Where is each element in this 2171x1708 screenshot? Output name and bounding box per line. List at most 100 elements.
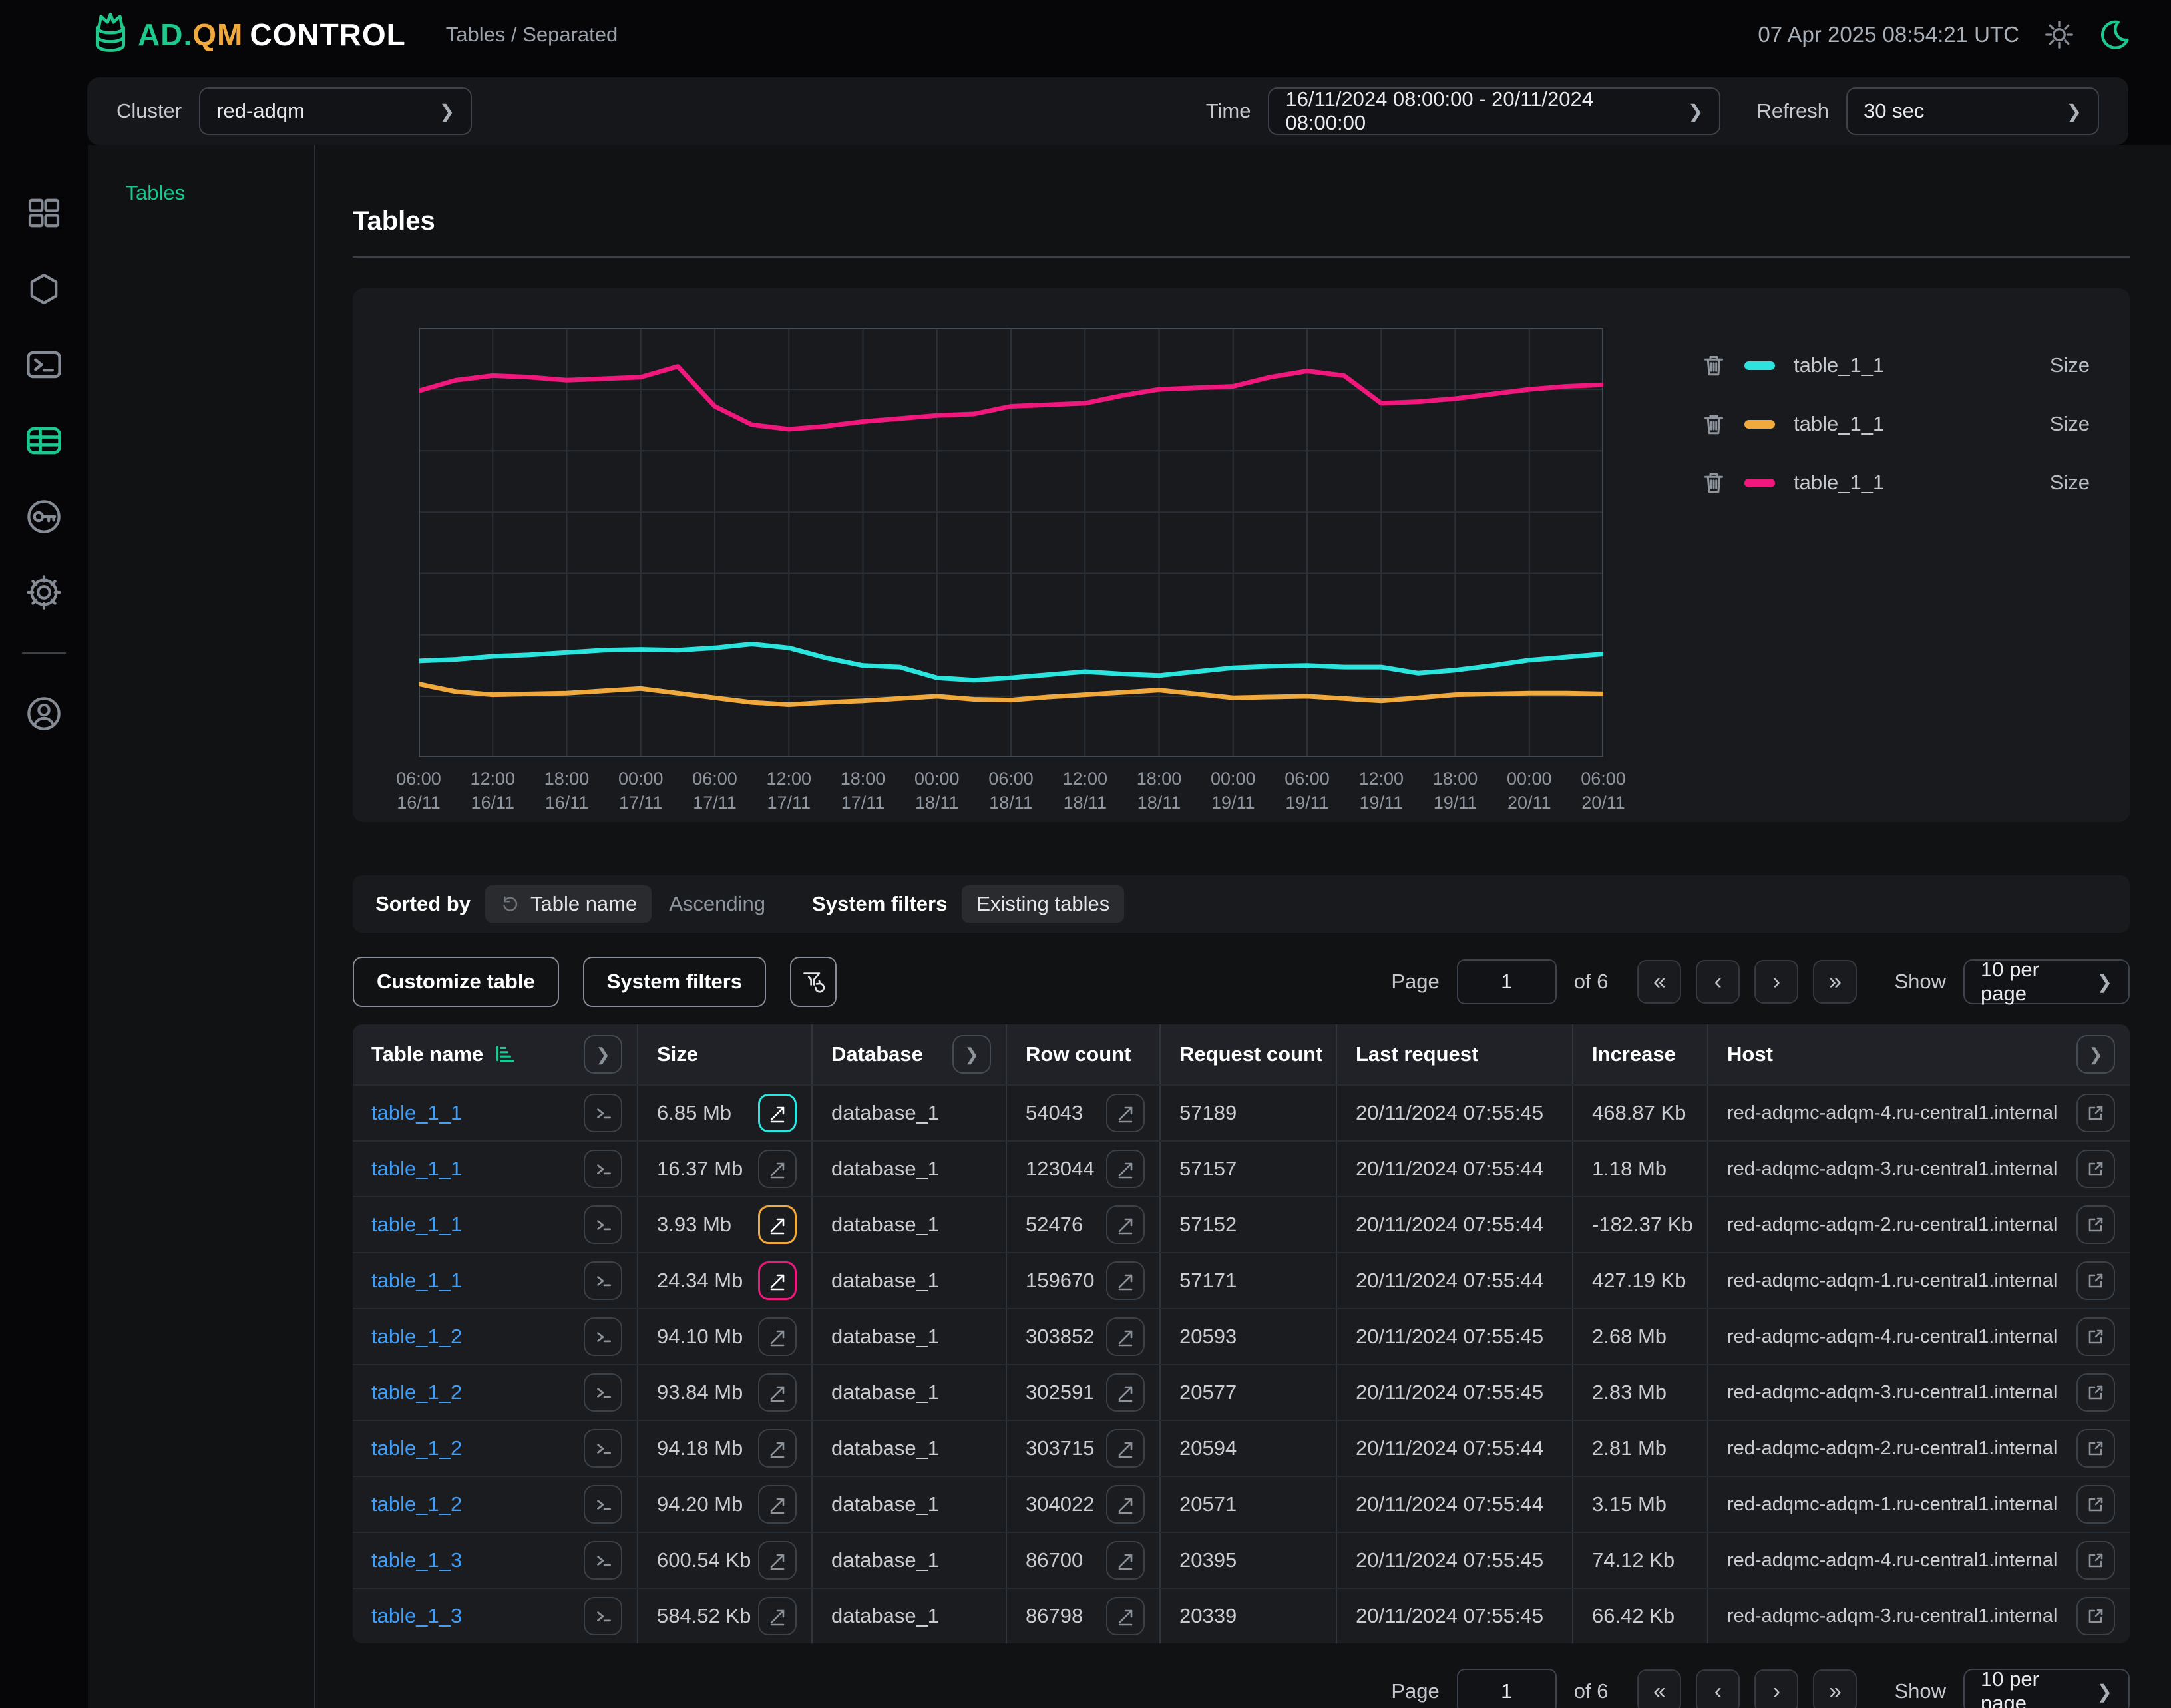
- size-chart-button[interactable]: [758, 1261, 797, 1300]
- host-external-link-button[interactable]: [2076, 1205, 2115, 1244]
- refresh-interval-select[interactable]: 30 sec ❯: [1846, 87, 2099, 135]
- page-number-input[interactable]: [1457, 959, 1557, 1004]
- size-chart-button[interactable]: [758, 1485, 797, 1524]
- table-name-link[interactable]: table_1_2: [371, 1436, 462, 1460]
- table-name-link[interactable]: table_1_1: [371, 1213, 462, 1237]
- row-count-chart-button[interactable]: [1106, 1261, 1145, 1300]
- next-page-button[interactable]: ›: [1754, 960, 1798, 1004]
- size-chart-button[interactable]: [758, 1429, 797, 1468]
- size-chart-button[interactable]: [758, 1597, 797, 1635]
- open-terminal-button[interactable]: [584, 1094, 622, 1132]
- series-metric: Size: [2050, 353, 2090, 377]
- table-name-link[interactable]: table_1_2: [371, 1325, 462, 1349]
- remove-series-trash-icon[interactable]: [1700, 469, 1727, 496]
- cell-table-name: table_1_3: [353, 1533, 638, 1588]
- size-line-chart[interactable]: [419, 328, 1603, 757]
- sort-field-pill[interactable]: Table name: [485, 885, 652, 923]
- cell-request-count: 57157: [1161, 1142, 1337, 1196]
- table-name-link[interactable]: table_1_2: [371, 1492, 462, 1516]
- size-chart-button[interactable]: [758, 1150, 797, 1188]
- hexagon-services-icon[interactable]: [24, 269, 64, 309]
- table-name-link[interactable]: table_1_2: [371, 1381, 462, 1404]
- open-terminal-button[interactable]: [584, 1485, 622, 1524]
- last-page-button[interactable]: »: [1813, 1669, 1857, 1708]
- size-chart-button[interactable]: [758, 1317, 797, 1356]
- sort-ascending-icon[interactable]: [494, 1043, 516, 1066]
- size-chart-button[interactable]: [758, 1373, 797, 1412]
- theme-sun-icon[interactable]: [2045, 20, 2074, 49]
- row-count-chart-button[interactable]: [1106, 1429, 1145, 1468]
- system-filters-pill[interactable]: Existing tables: [962, 885, 1124, 923]
- table-name-link[interactable]: table_1_1: [371, 1269, 462, 1293]
- open-terminal-button[interactable]: [584, 1150, 622, 1188]
- next-page-button[interactable]: ›: [1754, 1669, 1798, 1708]
- row-count-chart-button[interactable]: [1106, 1150, 1145, 1188]
- series-label[interactable]: table_1_1: [1794, 353, 1884, 377]
- row-count-chart-button[interactable]: [1106, 1597, 1145, 1635]
- system-filters-button[interactable]: System filters: [583, 957, 766, 1007]
- table-name-link[interactable]: table_1_1: [371, 1101, 462, 1125]
- terminal-console-icon[interactable]: [24, 345, 64, 385]
- theme-moon-icon[interactable]: [2099, 19, 2130, 50]
- series-label[interactable]: table_1_1: [1794, 412, 1884, 436]
- open-terminal-button[interactable]: [584, 1429, 622, 1468]
- host-external-link-button[interactable]: [2076, 1485, 2115, 1524]
- row-count-chart-button[interactable]: [1106, 1485, 1145, 1524]
- host-external-link-button[interactable]: [2076, 1094, 2115, 1132]
- tables-icon[interactable]: [24, 421, 64, 461]
- database-expand-button[interactable]: ❯: [952, 1035, 991, 1074]
- table-name-expand-button[interactable]: ❯: [584, 1035, 622, 1074]
- x-tick-label: 00:0019/11: [1196, 767, 1271, 815]
- key-access-icon[interactable]: [24, 497, 64, 536]
- series-label[interactable]: table_1_1: [1794, 471, 1884, 495]
- settings-gear-icon[interactable]: [24, 572, 64, 612]
- prev-page-button[interactable]: ‹: [1696, 960, 1740, 1004]
- x-tick-label: 12:0018/11: [1048, 767, 1122, 815]
- first-page-button[interactable]: «: [1637, 1669, 1681, 1708]
- open-terminal-button[interactable]: [584, 1317, 622, 1356]
- table-name-link[interactable]: table_1_1: [371, 1157, 462, 1181]
- user-profile-icon[interactable]: [24, 694, 64, 734]
- cell-size: 24.34 Mb: [638, 1253, 813, 1308]
- open-terminal-button[interactable]: [584, 1373, 622, 1412]
- per-page-select[interactable]: 10 per page ❯: [1963, 959, 2130, 1004]
- open-terminal-button[interactable]: [584, 1541, 622, 1580]
- first-page-button[interactable]: «: [1637, 960, 1681, 1004]
- row-count-chart-button[interactable]: [1106, 1541, 1145, 1580]
- page-number-input[interactable]: [1457, 1669, 1557, 1708]
- size-chart-button[interactable]: [758, 1541, 797, 1580]
- open-terminal-button[interactable]: [584, 1261, 622, 1300]
- prev-page-button[interactable]: ‹: [1696, 1669, 1740, 1708]
- remove-series-trash-icon[interactable]: [1700, 411, 1727, 437]
- host-external-link-button[interactable]: [2076, 1261, 2115, 1300]
- host-external-link-button[interactable]: [2076, 1541, 2115, 1580]
- host-expand-button[interactable]: ❯: [2076, 1035, 2115, 1074]
- host-external-link-button[interactable]: [2076, 1597, 2115, 1635]
- per-page-select[interactable]: 10 per page ❯: [1963, 1669, 2130, 1708]
- customize-table-button[interactable]: Customize table: [353, 957, 559, 1007]
- time-range-select[interactable]: 16/11/2024 08:00:00 - 20/11/2024 08:00:0…: [1268, 87, 1720, 135]
- cluster-select[interactable]: red-adqm ❯: [199, 87, 472, 135]
- dashboard-icon[interactable]: [24, 193, 64, 233]
- table-name-link[interactable]: table_1_3: [371, 1548, 462, 1572]
- row-count-chart-button[interactable]: [1106, 1205, 1145, 1244]
- open-terminal-button[interactable]: [584, 1597, 622, 1635]
- row-count-chart-button[interactable]: [1106, 1317, 1145, 1356]
- open-terminal-button[interactable]: [584, 1205, 622, 1244]
- last-page-button[interactable]: »: [1813, 960, 1857, 1004]
- row-count-chart-button[interactable]: [1106, 1094, 1145, 1132]
- cell-size: 94.18 Mb: [638, 1421, 813, 1476]
- table-row: table_1_3 600.54 Kb database_1 86700 203…: [353, 1532, 2130, 1588]
- sidebar-item-tables[interactable]: Tables: [125, 181, 314, 205]
- host-external-link-button[interactable]: [2076, 1317, 2115, 1356]
- row-count-chart-button[interactable]: [1106, 1373, 1145, 1412]
- table-name-link[interactable]: table_1_3: [371, 1604, 462, 1628]
- reset-filters-button[interactable]: [790, 957, 837, 1007]
- size-chart-button[interactable]: [758, 1205, 797, 1244]
- sort-direction: Ascending: [669, 892, 765, 916]
- host-external-link-button[interactable]: [2076, 1429, 2115, 1468]
- host-external-link-button[interactable]: [2076, 1373, 2115, 1412]
- size-chart-button[interactable]: [758, 1094, 797, 1132]
- host-external-link-button[interactable]: [2076, 1150, 2115, 1188]
- remove-series-trash-icon[interactable]: [1700, 352, 1727, 379]
